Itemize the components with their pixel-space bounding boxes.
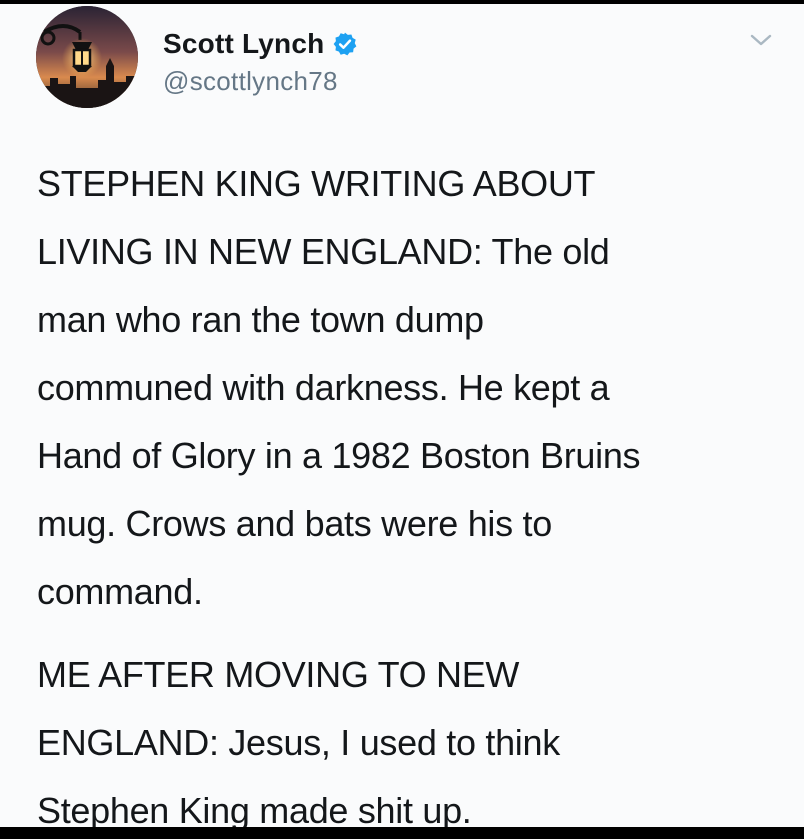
tweet-card: Scott Lynch @scottlynch78 STEPHEN KING W… — [0, 4, 804, 827]
user-handle[interactable]: @scottlynch78 — [163, 66, 338, 97]
lamppost-sunset-icon — [36, 6, 138, 108]
tweet-paragraph-2: ME AFTER MOVING TO NEW ENGLAND: Jesus, I… — [37, 654, 560, 827]
author-name-row: Scott Lynch — [163, 24, 358, 64]
verified-badge-icon — [334, 32, 357, 56]
display-name[interactable]: Scott Lynch — [163, 28, 324, 60]
tweet-text: STEPHEN KING WRITING ABOUT LIVING IN NEW… — [37, 150, 782, 827]
chevron-down-icon[interactable] — [748, 30, 774, 50]
avatar[interactable] — [36, 6, 138, 108]
tweet-paragraph-1: STEPHEN KING WRITING ABOUT LIVING IN NEW… — [37, 163, 641, 612]
